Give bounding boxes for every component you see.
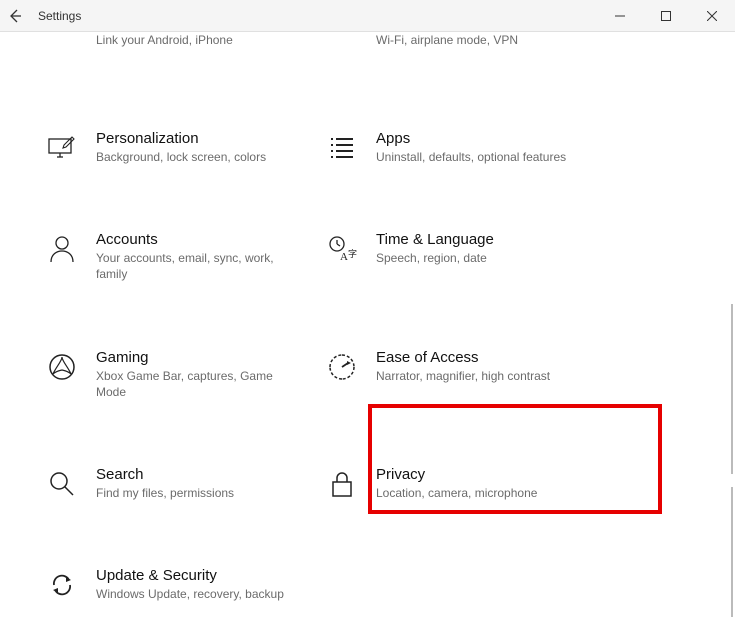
tile-body: Wi-Fi, airplane mode, VPN xyxy=(376,32,584,48)
tile-title: Search xyxy=(96,466,304,483)
minimize-icon xyxy=(615,11,625,21)
tile-search[interactable]: Search Find my files, permissions xyxy=(40,458,310,509)
personalization-icon xyxy=(46,132,78,164)
accounts-icon xyxy=(46,233,78,265)
tile-title: Ease of Access xyxy=(376,349,584,366)
scrollbar-track[interactable] xyxy=(731,304,733,474)
tile-phone[interactable]: Link your Android, iPhone xyxy=(40,32,310,72)
svg-text:字: 字 xyxy=(348,248,357,259)
tile-body: Gaming Xbox Game Bar, captures, Game Mod… xyxy=(96,349,304,400)
tile-title: Gaming xyxy=(96,349,304,366)
tile-personalization[interactable]: Personalization Background, lock screen,… xyxy=(40,122,310,173)
tile-title: Apps xyxy=(376,130,584,147)
tile-title: Personalization xyxy=(96,130,304,147)
close-button[interactable] xyxy=(689,0,735,32)
tile-time-language[interactable]: A 字 Time & Language Speech, region, date xyxy=(320,223,590,290)
window-controls xyxy=(597,0,735,32)
scrollbar-track[interactable] xyxy=(731,487,733,617)
tile-body: Accounts Your accounts, email, sync, wor… xyxy=(96,231,304,282)
tile-desc: Your accounts, email, sync, work, family xyxy=(96,250,304,282)
maximize-button[interactable] xyxy=(643,0,689,32)
tile-desc: Narrator, magnifier, high contrast xyxy=(376,368,584,384)
tile-body: Personalization Background, lock screen,… xyxy=(96,130,304,165)
tile-body: Ease of Access Narrator, magnifier, high… xyxy=(376,349,584,384)
tile-accounts[interactable]: Accounts Your accounts, email, sync, wor… xyxy=(40,223,310,290)
tile-desc: Uninstall, defaults, optional features xyxy=(376,149,584,165)
tile-update-security[interactable]: Update & Security Windows Update, recove… xyxy=(40,559,310,610)
content-area: Link your Android, iPhone Wi-Fi, airplan… xyxy=(0,32,735,617)
tile-body: Update & Security Windows Update, recove… xyxy=(96,567,304,602)
window-title: Settings xyxy=(38,9,81,23)
tile-body: Search Find my files, permissions xyxy=(96,466,304,501)
tile-apps[interactable]: Apps Uninstall, defaults, optional featu… xyxy=(320,122,590,173)
tile-desc: Windows Update, recovery, backup xyxy=(96,586,304,602)
search-icon xyxy=(46,468,78,500)
tile-body: Link your Android, iPhone xyxy=(96,32,304,48)
minimize-button[interactable] xyxy=(597,0,643,32)
maximize-icon xyxy=(661,11,671,21)
tile-title: Time & Language xyxy=(376,231,584,248)
tile-gaming[interactable]: Gaming Xbox Game Bar, captures, Game Mod… xyxy=(40,341,310,408)
phone-icon xyxy=(46,32,78,64)
tile-desc: Location, camera, microphone xyxy=(376,485,584,501)
tile-title: Update & Security xyxy=(96,567,304,584)
close-icon xyxy=(707,11,717,21)
tile-title: Accounts xyxy=(96,231,304,248)
ease-of-access-icon xyxy=(326,351,358,383)
tile-ease-of-access[interactable]: Ease of Access Narrator, magnifier, high… xyxy=(320,341,590,408)
tile-network[interactable]: Wi-Fi, airplane mode, VPN xyxy=(320,32,590,72)
time-language-icon: A 字 xyxy=(326,233,358,265)
gaming-icon xyxy=(46,351,78,383)
tile-desc: Link your Android, iPhone xyxy=(96,32,304,48)
tile-desc: Speech, region, date xyxy=(376,250,584,266)
network-icon xyxy=(326,32,358,64)
tile-privacy[interactable]: Privacy Location, camera, microphone xyxy=(320,458,590,509)
tile-body: Privacy Location, camera, microphone xyxy=(376,466,584,501)
tile-desc: Find my files, permissions xyxy=(96,485,304,501)
tile-body: Apps Uninstall, defaults, optional featu… xyxy=(376,130,584,165)
update-security-icon xyxy=(46,569,78,601)
tile-desc: Background, lock screen, colors xyxy=(96,149,304,165)
privacy-icon xyxy=(326,468,358,500)
back-button[interactable] xyxy=(0,0,30,32)
tile-title: Privacy xyxy=(376,466,584,483)
back-arrow-icon xyxy=(7,8,23,24)
tile-desc: Xbox Game Bar, captures, Game Mode xyxy=(96,368,304,400)
titlebar: Settings xyxy=(0,0,735,32)
tile-desc: Wi-Fi, airplane mode, VPN xyxy=(376,32,584,48)
settings-grid: Link your Android, iPhone Wi-Fi, airplan… xyxy=(40,32,695,610)
tile-body: Time & Language Speech, region, date xyxy=(376,231,584,266)
svg-text:A: A xyxy=(340,251,348,263)
apps-icon xyxy=(326,132,358,164)
